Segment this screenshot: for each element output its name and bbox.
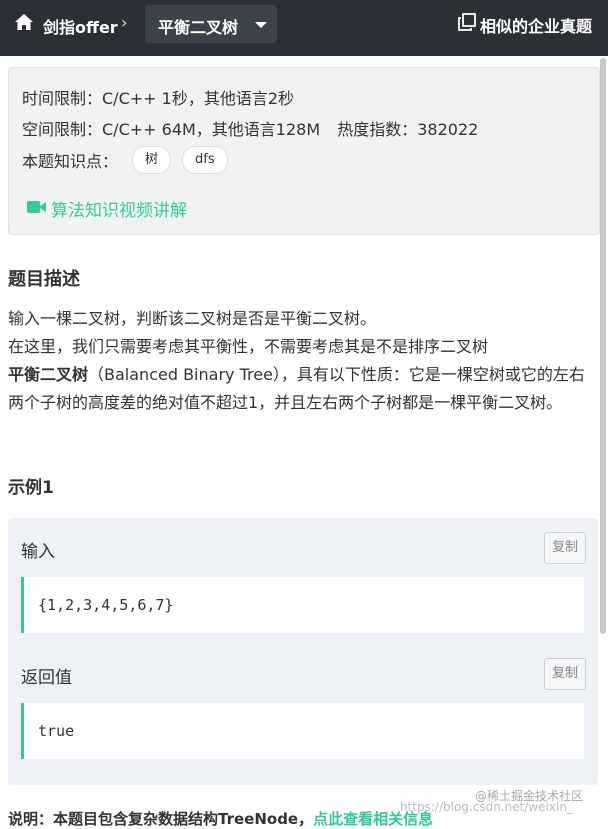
scrollbar[interactable] bbox=[600, 58, 606, 634]
problem-title: 平衡二叉树 bbox=[158, 18, 239, 37]
time-limit: 时间限制：C/C++ 1秒，其他语言2秒 bbox=[22, 89, 294, 108]
description-body: 输入一棵二叉树，判断该二叉树是否是平衡二叉树。 在这里，我们只需要考虑其平衡性，… bbox=[8, 305, 600, 417]
problem-dropdown[interactable]: 平衡二叉树 bbox=[145, 5, 277, 43]
tag-dfs[interactable]: dfs bbox=[182, 146, 228, 174]
copy-input-button[interactable]: 复制 bbox=[544, 532, 586, 564]
input-code: {1,2,3,4,5,6,7} bbox=[21, 577, 584, 633]
example-title: 示例1 bbox=[8, 478, 54, 498]
chevron-right-icon: › bbox=[121, 13, 128, 32]
copy-output-button[interactable]: 复制 bbox=[544, 658, 586, 690]
knowledge-label: 本题知识点： bbox=[22, 152, 119, 171]
description-title: 题目描述 bbox=[8, 269, 80, 290]
heat-index: 热度指数：382022 bbox=[337, 120, 479, 139]
problem-info-panel: 时间限制：C/C++ 1秒，其他语言2秒 空间限制：C/C++ 64M，其他语言… bbox=[8, 67, 600, 235]
note-link[interactable]: 点此查看相关信息 bbox=[313, 810, 433, 828]
description-line: 平衡二叉树（Balanced Binary Tree），具有以下性质：它是一棵空… bbox=[8, 361, 600, 417]
description-rest: （Balanced Binary Tree），具有以下性质：它是一棵空树或它的左… bbox=[8, 365, 585, 412]
note-prefix: 说明：本题目包含复杂数据结构TreeNode， bbox=[8, 810, 314, 828]
top-bar: 剑指offer › 平衡二叉树 相似的企业真题 bbox=[0, 0, 608, 56]
note-text: 说明：本题目包含复杂数据结构TreeNode，点此查看相关信息 bbox=[8, 808, 433, 829]
description-line: 在这里，我们只需要考虑其平衡性，不需要考虑其是不是排序二叉树 bbox=[8, 337, 489, 356]
similar-questions-link[interactable]: 相似的企业真题 bbox=[480, 13, 592, 37]
example-box: 输入 复制 {1,2,3,4,5,6,7} 返回值 复制 true bbox=[8, 518, 598, 785]
bold-term: 平衡二叉树 bbox=[8, 365, 89, 384]
input-label: 输入 bbox=[21, 542, 55, 562]
output-label: 返回值 bbox=[21, 668, 72, 688]
description-line: 输入一棵二叉树，判断该二叉树是否是平衡二叉树。 bbox=[8, 309, 377, 328]
breadcrumb-link[interactable]: 剑指offer bbox=[43, 14, 118, 38]
chevron-down-icon bbox=[255, 22, 267, 28]
output-code: true bbox=[21, 703, 584, 759]
copy-window-icon bbox=[458, 13, 476, 31]
home-icon[interactable] bbox=[14, 12, 34, 32]
video-camera-icon bbox=[27, 201, 46, 213]
space-limit-text: 空间限制：C/C++ 64M，其他语言128M bbox=[22, 120, 321, 139]
space-limit: 空间限制：C/C++ 64M，其他语言128M 热度指数：382022 bbox=[22, 116, 478, 140]
tag-tree[interactable]: 树 bbox=[132, 146, 172, 174]
video-link-label: 算法知识视频讲解 bbox=[51, 201, 187, 221]
